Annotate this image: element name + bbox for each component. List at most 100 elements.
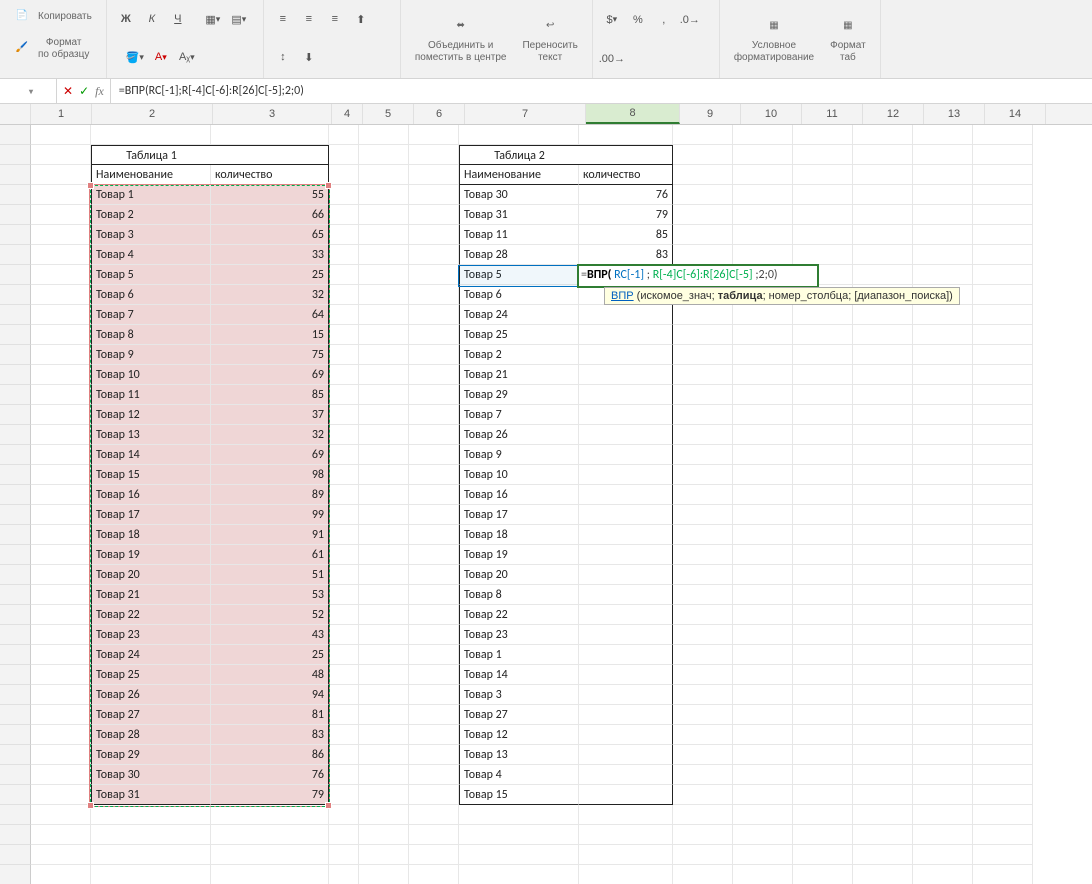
cell[interactable] [329, 205, 359, 225]
cell[interactable]: Товар 20 [91, 565, 211, 585]
cell[interactable] [459, 825, 579, 845]
cell[interactable] [359, 865, 409, 884]
cell[interactable] [733, 525, 793, 545]
cell[interactable] [853, 225, 913, 245]
cell[interactable] [459, 805, 579, 825]
cell[interactable] [673, 405, 733, 425]
cell[interactable] [673, 345, 733, 365]
cell[interactable] [793, 565, 853, 585]
cell[interactable] [673, 625, 733, 645]
cell[interactable] [853, 365, 913, 385]
row-header[interactable] [0, 665, 31, 685]
merge-center-button[interactable]: ⬌ Объединить и поместить в центре [409, 12, 513, 66]
cell[interactable] [853, 565, 913, 585]
cell[interactable] [359, 265, 409, 285]
cell[interactable]: Товар 7 [459, 405, 579, 425]
cell[interactable] [853, 725, 913, 745]
cell[interactable] [793, 305, 853, 325]
cell[interactable] [673, 385, 733, 405]
cell[interactable] [853, 125, 913, 145]
cell[interactable]: 79 [579, 205, 673, 225]
cell[interactable] [913, 565, 973, 585]
cell[interactable]: 89 [211, 485, 329, 505]
cell[interactable] [793, 465, 853, 485]
cell[interactable] [409, 425, 459, 445]
cell[interactable] [673, 185, 733, 205]
cell[interactable] [31, 705, 91, 725]
cell[interactable] [913, 645, 973, 665]
cell[interactable]: 15 [211, 325, 329, 345]
cell[interactable] [733, 125, 793, 145]
cell[interactable] [579, 665, 673, 685]
cell[interactable] [853, 785, 913, 805]
cell[interactable] [329, 585, 359, 605]
cell[interactable] [579, 785, 673, 805]
cell[interactable] [913, 465, 973, 485]
cell[interactable] [579, 505, 673, 525]
cell[interactable] [853, 745, 913, 765]
cell[interactable]: Товар 30 [459, 185, 579, 205]
cell[interactable] [329, 665, 359, 685]
cell[interactable]: 52 [211, 605, 329, 625]
cell[interactable] [673, 745, 733, 765]
row-header[interactable] [0, 445, 31, 465]
comma-button[interactable]: , [653, 9, 675, 31]
row-header[interactable] [0, 325, 31, 345]
align-middle-button[interactable]: ↕ [272, 46, 294, 68]
cell[interactable] [853, 845, 913, 865]
cell[interactable] [973, 825, 1033, 845]
cell[interactable] [793, 425, 853, 445]
col-header[interactable]: 11 [802, 104, 863, 124]
cell[interactable] [211, 145, 329, 165]
cell[interactable] [913, 225, 973, 245]
row-header[interactable] [0, 485, 31, 505]
cell[interactable] [673, 545, 733, 565]
cell[interactable]: Товар 28 [459, 245, 579, 265]
cell[interactable] [359, 565, 409, 585]
cell[interactable] [913, 725, 973, 745]
row-header[interactable] [0, 505, 31, 525]
cell[interactable] [91, 805, 211, 825]
cell[interactable] [973, 385, 1033, 405]
cell[interactable] [673, 805, 733, 825]
percent-button[interactable]: % [627, 9, 649, 31]
cell[interactable]: Товар 12 [91, 405, 211, 425]
cell[interactable] [733, 485, 793, 505]
cell[interactable] [853, 705, 913, 725]
cell[interactable] [913, 245, 973, 265]
cell[interactable] [793, 765, 853, 785]
cell[interactable] [913, 845, 973, 865]
cell[interactable] [579, 705, 673, 725]
cell[interactable] [409, 285, 459, 305]
cell[interactable] [579, 545, 673, 565]
cell[interactable] [973, 785, 1033, 805]
cell[interactable] [329, 385, 359, 405]
cell[interactable] [673, 665, 733, 685]
cell[interactable] [733, 245, 793, 265]
cell[interactable] [31, 205, 91, 225]
cell[interactable]: Товар 20 [459, 565, 579, 585]
cell[interactable] [329, 645, 359, 665]
cell[interactable] [673, 365, 733, 385]
cell[interactable] [793, 505, 853, 525]
cell[interactable] [329, 465, 359, 485]
cell[interactable] [913, 865, 973, 884]
cell[interactable] [579, 465, 673, 485]
cell[interactable] [853, 625, 913, 645]
cell[interactable] [409, 785, 459, 805]
cell[interactable] [793, 825, 853, 845]
cell[interactable] [913, 805, 973, 825]
cell[interactable] [913, 745, 973, 765]
name-box[interactable]: ▾ [0, 79, 57, 103]
align-left-button[interactable]: ≡ [272, 8, 294, 30]
cell[interactable] [359, 165, 409, 185]
cell[interactable] [673, 485, 733, 505]
cell[interactable] [913, 625, 973, 645]
cell[interactable] [579, 745, 673, 765]
cell[interactable] [673, 465, 733, 485]
cell[interactable] [329, 725, 359, 745]
row-header[interactable] [0, 345, 31, 365]
cell[interactable] [793, 725, 853, 745]
row-header[interactable] [0, 145, 31, 165]
cell[interactable]: 86 [211, 745, 329, 765]
